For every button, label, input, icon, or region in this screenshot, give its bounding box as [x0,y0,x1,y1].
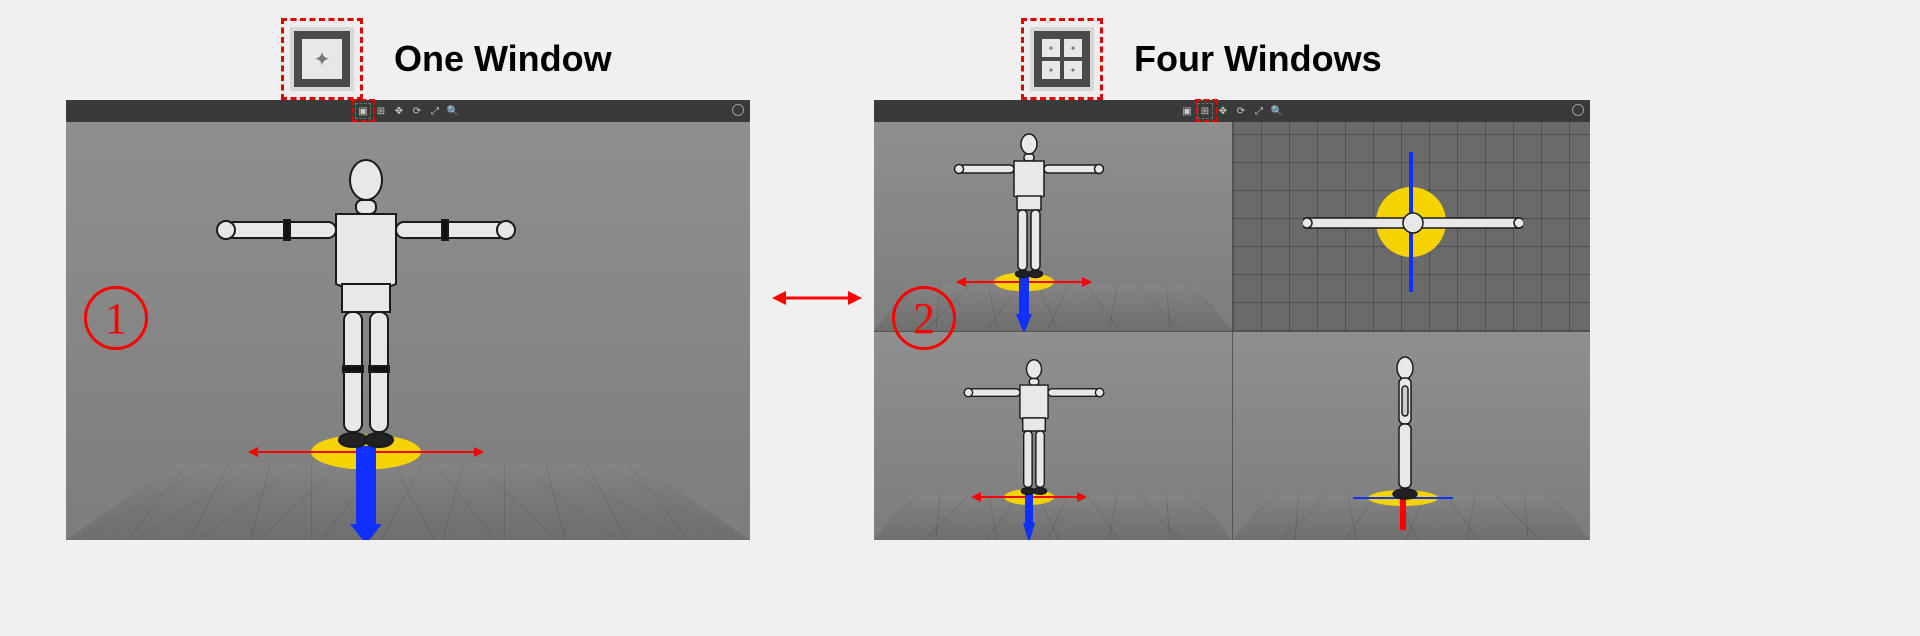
tool-scale-button[interactable]: ⤢ [428,104,442,118]
tool-rotate-button[interactable]: ⟳ [1234,104,1248,118]
swap-arrow-icon [772,286,862,310]
fullscreen-button[interactable] [732,104,744,116]
four-window-layout-icon [1030,27,1094,91]
viewport-panel-one: ▣ ⊞ ✥ ⟳ ⤢ 🔍 [66,100,750,540]
one-window-layout-icon [290,27,354,91]
tool-rotate-button[interactable]: ⟳ [410,104,424,118]
tool-move-button[interactable]: ✥ [1216,104,1230,118]
tool-move-button[interactable]: ✥ [392,104,406,118]
four-window-icon-callout [1021,18,1103,100]
layout-four-button[interactable]: ⊞ [1198,104,1212,118]
viewport-side[interactable] [1232,331,1590,540]
one-window-icon-callout [281,18,363,100]
tool-zoom-button[interactable]: 🔍 [446,104,460,118]
mannequin-top [1303,208,1523,238]
mannequin-side [1385,356,1425,506]
panel-id-2: 2 [892,286,956,350]
tool-scale-button[interactable]: ⤢ [1252,104,1266,118]
viewport-toolbar: ▣ ⊞ ✥ ⟳ ⤢ 🔍 [874,100,1590,122]
mannequin-tpose [934,130,1124,290]
layout-one-button[interactable]: ▣ [1180,104,1194,118]
panel-id-1: 1 [84,286,148,350]
mannequin-tpose [196,152,536,472]
viewport-panel-four: ▣ ⊞ ✥ ⟳ ⤢ 🔍 [874,100,1590,540]
viewport-front[interactable] [874,331,1232,540]
layout-one-button[interactable]: ▣ [356,104,370,118]
mannequin-tpose [949,356,1119,506]
viewport-perspective[interactable] [66,122,750,540]
viewport-toolbar: ▣ ⊞ ✥ ⟳ ⤢ 🔍 [66,100,750,122]
floor-grid [66,463,750,540]
four-windows-label: Four Windows [1134,38,1382,80]
one-window-label: One Window [394,38,612,80]
tool-zoom-button[interactable]: 🔍 [1270,104,1284,118]
layout-four-button[interactable]: ⊞ [374,104,388,118]
viewport-top[interactable] [1232,122,1590,331]
fullscreen-button[interactable] [1572,104,1584,116]
